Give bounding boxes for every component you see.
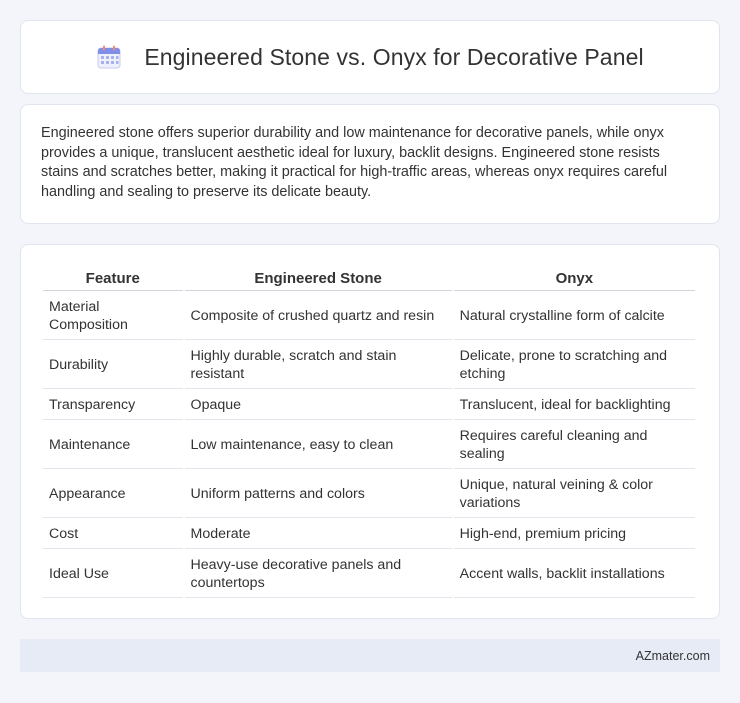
table-cell-onyx: Natural crystalline form of calcite	[453, 293, 695, 340]
title-card: Engineered Stone vs. Onyx for Decorative…	[20, 20, 720, 94]
comparison-table: Feature Engineered Stone Onyx Material C…	[41, 265, 697, 600]
table-row: Durability Highly durable, scratch and s…	[43, 342, 695, 389]
header-engineered-stone: Engineered Stone	[184, 267, 452, 291]
title-wrap: Engineered Stone vs. Onyx for Decorative…	[96, 43, 644, 71]
header-feature: Feature	[43, 267, 183, 291]
table-row: Ideal Use Heavy-use decorative panels an…	[43, 551, 695, 598]
table-header-row: Feature Engineered Stone Onyx	[43, 267, 695, 291]
table-row: Transparency Opaque Translucent, ideal f…	[43, 391, 695, 420]
table-cell-feature: Material Composition	[43, 293, 183, 340]
table-cell-engineered-stone: Heavy-use decorative panels and countert…	[184, 551, 452, 598]
table-cell-onyx: High-end, premium pricing	[453, 520, 695, 549]
summary-text: Engineered stone offers superior durabil…	[41, 125, 668, 200]
table-cell-feature: Appearance	[43, 471, 183, 518]
table-cell-onyx: Unique, natural veining & color variatio…	[453, 471, 695, 518]
table-cell-engineered-stone: Composite of crushed quartz and resin	[184, 293, 452, 340]
table-cell-feature: Ideal Use	[43, 551, 183, 598]
table-cell-engineered-stone: Opaque	[184, 391, 452, 420]
table-cell-onyx: Translucent, ideal for backlighting	[453, 391, 695, 420]
header-onyx: Onyx	[453, 267, 695, 291]
table-cell-feature: Maintenance	[43, 422, 183, 469]
table-cell-feature: Transparency	[43, 391, 183, 420]
table-cell-engineered-stone: Moderate	[184, 520, 452, 549]
page-title: Engineered Stone vs. Onyx for Decorative…	[144, 43, 644, 70]
table-cell-engineered-stone: Low maintenance, easy to clean	[184, 422, 452, 469]
footer-site-label: AZmater.com	[635, 648, 710, 663]
table-cell-feature: Durability	[43, 342, 183, 389]
table-row: Maintenance Low maintenance, easy to cle…	[43, 422, 695, 469]
comparison-card: Feature Engineered Stone Onyx Material C…	[20, 244, 720, 619]
table-cell-engineered-stone: Uniform patterns and colors	[184, 471, 452, 518]
table-row: Cost Moderate High-end, premium pricing	[43, 520, 695, 549]
calendar-icon	[97, 45, 121, 69]
table-cell-feature: Cost	[43, 520, 183, 549]
table-row: Appearance Uniform patterns and colors U…	[43, 471, 695, 518]
table-cell-onyx: Requires careful cleaning and sealing	[453, 422, 695, 469]
table-row: Material Composition Composite of crushe…	[43, 293, 695, 340]
table-cell-onyx: Accent walls, backlit installations	[453, 551, 695, 598]
table-cell-onyx: Delicate, prone to scratching and etchin…	[453, 342, 695, 389]
footer-bar: AZmater.com	[20, 639, 720, 672]
summary-card: Engineered stone offers superior durabil…	[20, 104, 720, 224]
table-cell-engineered-stone: Highly durable, scratch and stain resist…	[184, 342, 452, 389]
